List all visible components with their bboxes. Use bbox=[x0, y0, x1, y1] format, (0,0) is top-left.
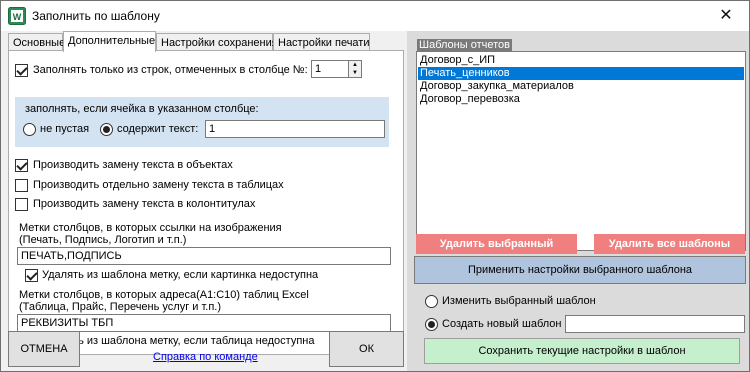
tab-panel-advanced: Заполнять только из строк, отмеченных в … bbox=[8, 50, 404, 355]
edit-template-label: Изменить выбранный шаблон bbox=[442, 295, 596, 307]
save-template-button[interactable]: Сохранить текущие настройки в шаблон bbox=[424, 338, 740, 364]
column-number-stepper[interactable]: ▲ ▼ bbox=[349, 60, 362, 78]
list-item-selected[interactable]: Печать_ценников bbox=[418, 67, 744, 80]
help-link[interactable]: Справка по команде bbox=[153, 351, 258, 363]
contains-text-input[interactable]: 1 bbox=[205, 120, 385, 138]
create-template-radio[interactable] bbox=[425, 318, 438, 331]
templates-list[interactable]: Договор_с_ИП Печать_ценников Договор_зак… bbox=[416, 51, 746, 251]
list-item[interactable]: Договор_с_ИП bbox=[418, 54, 744, 67]
replace-objects-checkbox[interactable] bbox=[15, 159, 28, 172]
fill-only-checkbox[interactable] bbox=[15, 64, 28, 77]
not-empty-radio[interactable] bbox=[23, 123, 36, 136]
condition-label: заполнять, если ячейка в указанном столб… bbox=[25, 103, 259, 115]
fill-only-label: Заполнять только из строк, отмеченных в … bbox=[33, 64, 308, 76]
delete-all-button[interactable]: Удалить все шаблоны bbox=[594, 234, 745, 254]
tab-advanced[interactable]: Дополнительные bbox=[63, 31, 156, 52]
contains-text-label: содержит текст: bbox=[117, 123, 199, 135]
spin-down-icon[interactable]: ▼ bbox=[349, 69, 361, 77]
replace-footers-label: Производить замену текста в колонтитулах bbox=[33, 198, 256, 210]
apply-template-button[interactable]: Применить настройки выбранного шаблона bbox=[414, 256, 746, 284]
delete-selected-button[interactable]: Удалить выбранный bbox=[416, 234, 577, 254]
table-marks-hint: (Таблица, Прайс, Перечень услуг и т.п.) bbox=[19, 301, 222, 313]
replace-footers-checkbox[interactable] bbox=[15, 198, 28, 211]
replace-tables-label: Производить отдельно замену текста в таб… bbox=[33, 179, 284, 191]
settings-pane: Основные Дополнительные Настройки сохран… bbox=[2, 31, 406, 371]
templates-pane: Шаблоны отчетов Договор_с_ИП Печать_ценн… bbox=[407, 31, 749, 371]
list-item[interactable]: Договор_перевозка bbox=[418, 93, 744, 106]
create-template-label: Создать новый шаблон bbox=[442, 318, 562, 330]
remove-image-mark-checkbox[interactable] bbox=[25, 269, 38, 282]
not-empty-label: не пустая bbox=[40, 123, 90, 135]
templates-label: Шаблоны отчетов bbox=[417, 39, 512, 51]
table-marks-input[interactable]: РЕКВИЗИТЫ ТБП bbox=[17, 314, 391, 332]
title-bar: W Заполнить по шаблону ✕ bbox=[1, 1, 749, 31]
list-item[interactable]: Договор_закупка_материалов bbox=[418, 80, 744, 93]
image-marks-input[interactable]: ПЕЧАТЬ,ПОДПИСЬ bbox=[17, 247, 391, 265]
edit-template-radio[interactable] bbox=[425, 295, 438, 308]
ok-button[interactable]: ОК bbox=[329, 331, 404, 367]
contains-text-radio[interactable] bbox=[100, 123, 113, 136]
column-number-input[interactable]: 1 bbox=[311, 60, 349, 78]
replace-tables-checkbox[interactable] bbox=[15, 179, 28, 192]
image-marks-hint: (Печать, Подпись, Логотип и т.п.) bbox=[19, 234, 187, 246]
window-title: Заполнить по шаблону bbox=[32, 9, 160, 23]
remove-table-mark-label: Удалять из шаблона метку, если таблица н… bbox=[42, 335, 315, 347]
dialog-window: W Заполнить по шаблону ✕ Основные Дополн… bbox=[0, 0, 750, 372]
cancel-button[interactable]: ОТМЕНА bbox=[8, 331, 80, 367]
replace-objects-label: Производить замену текста в объектах bbox=[33, 159, 233, 171]
condition-box: заполнять, если ячейка в указанном столб… bbox=[15, 97, 389, 147]
spin-up-icon[interactable]: ▲ bbox=[349, 61, 361, 69]
svg-text:W: W bbox=[13, 12, 22, 22]
app-icon: W bbox=[8, 7, 26, 25]
remove-image-mark-label: Удалять из шаблона метку, если картинка … bbox=[42, 269, 319, 281]
close-icon[interactable]: ✕ bbox=[703, 1, 749, 31]
new-template-name-input[interactable] bbox=[565, 315, 745, 333]
